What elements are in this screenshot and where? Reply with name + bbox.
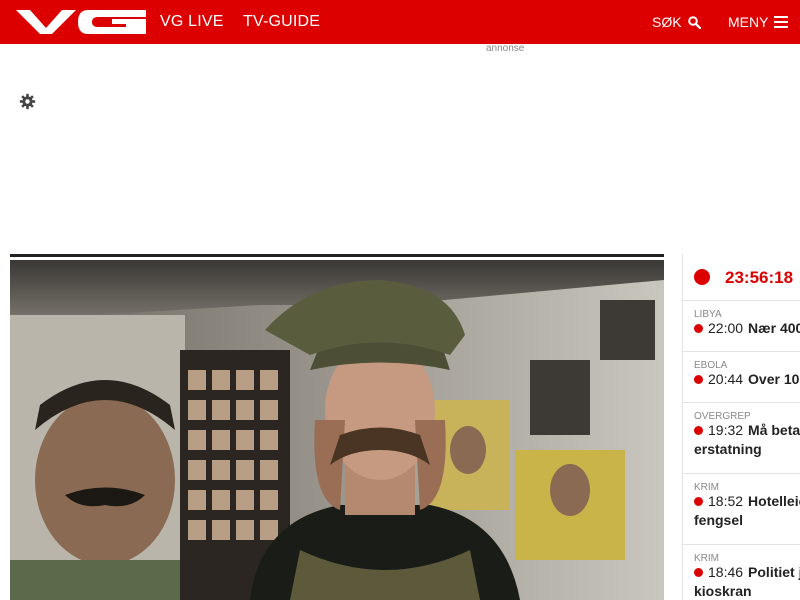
live-clock: 23:56:18 bbox=[725, 268, 794, 287]
search-icon bbox=[687, 15, 701, 29]
search-button[interactable]: SØK bbox=[652, 14, 701, 30]
news-item[interactable]: KRIM 18:52 Hotelleie fengsel bbox=[683, 474, 800, 545]
live-news-sidebar: 23:56:18 LIBYA 22:00 Nær 400 EBOLA 20:44… bbox=[682, 254, 800, 600]
ad-label: annonse bbox=[486, 43, 525, 54]
vg-logo[interactable]: VG bbox=[16, 8, 146, 36]
news-headline[interactable]: Nær 400 bbox=[748, 320, 800, 336]
gear-icon[interactable] bbox=[19, 93, 36, 110]
search-label: SØK bbox=[652, 14, 682, 30]
news-headline[interactable]: Politiet j bbox=[748, 564, 800, 580]
news-headline-continued[interactable]: erstatning bbox=[694, 441, 762, 457]
menu-label: MENY bbox=[728, 14, 769, 30]
news-item[interactable]: OVERGREP 19:32 Må beta erstatning bbox=[683, 403, 800, 474]
top-navigation-bar: VG VG LIVE TV-GUIDE SØK MENY bbox=[0, 0, 800, 44]
news-time: 19:32 bbox=[708, 422, 744, 438]
nav-vg-live[interactable]: VG LIVE bbox=[160, 13, 224, 31]
news-category: KRIM bbox=[694, 553, 719, 564]
news-headline-continued[interactable]: kioskran bbox=[694, 583, 752, 599]
news-headline[interactable]: Over 100 bbox=[748, 371, 800, 387]
live-indicator-dot bbox=[694, 269, 710, 285]
menu-button[interactable]: MENY bbox=[728, 14, 789, 30]
live-dot bbox=[694, 323, 703, 333]
news-category: OVERGREP bbox=[694, 411, 751, 422]
news-headline[interactable]: Må beta bbox=[748, 422, 800, 438]
news-time: 18:46 bbox=[708, 564, 744, 580]
news-time: 22:00 bbox=[708, 320, 744, 336]
news-headline[interactable]: Hotelleie bbox=[748, 493, 800, 509]
news-headline-continued[interactable]: fengsel bbox=[694, 512, 743, 528]
photo-illustration bbox=[10, 260, 664, 600]
news-category: LIBYA bbox=[694, 309, 722, 320]
hamburger-icon bbox=[774, 16, 789, 28]
news-time: 20:44 bbox=[708, 371, 744, 387]
news-item[interactable]: EBOLA 20:44 Over 100 bbox=[683, 352, 800, 403]
live-dot bbox=[694, 496, 703, 506]
live-dot bbox=[694, 567, 703, 577]
live-clock-row: 23:56:18 bbox=[683, 254, 800, 301]
nav-tv-guide[interactable]: TV-GUIDE bbox=[243, 13, 320, 31]
section-divider bbox=[10, 254, 664, 257]
live-dot bbox=[694, 374, 703, 384]
hero-image[interactable] bbox=[10, 260, 664, 600]
news-item[interactable]: KRIM 18:46 Politiet j kioskran bbox=[683, 545, 800, 600]
news-time: 18:52 bbox=[708, 493, 744, 509]
live-dot bbox=[694, 425, 703, 435]
news-category: KRIM bbox=[694, 482, 719, 493]
news-category: EBOLA bbox=[694, 360, 728, 371]
news-item[interactable]: LIBYA 22:00 Nær 400 bbox=[683, 301, 800, 352]
